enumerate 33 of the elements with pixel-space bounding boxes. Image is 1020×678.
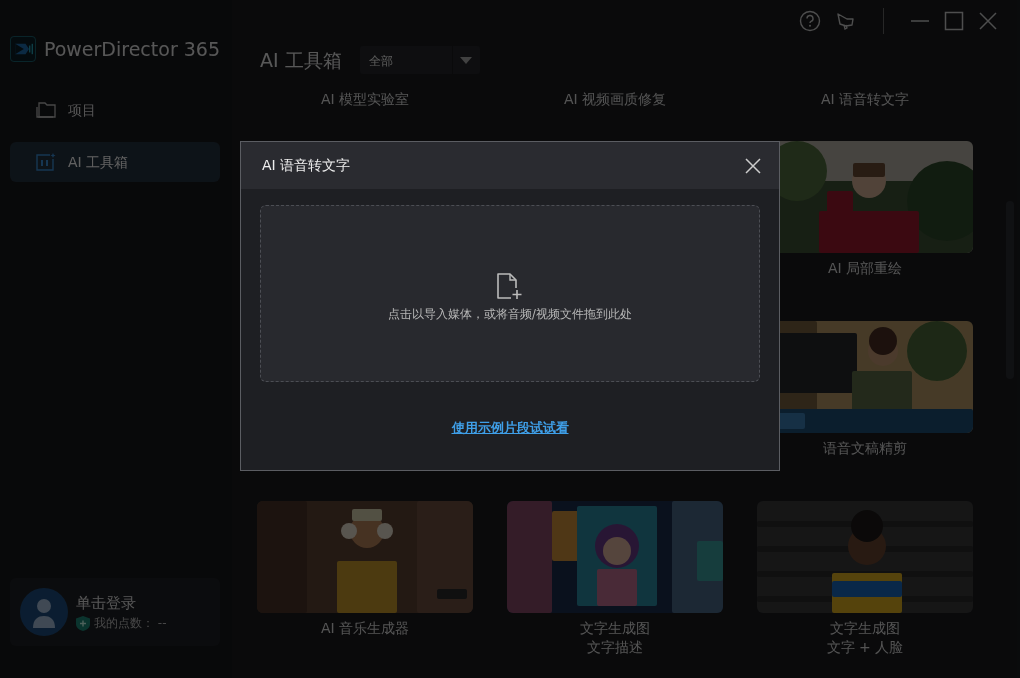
- sidebar-item[interactable]: 项目: [10, 90, 220, 130]
- dialog-title: AI 语音转文字: [262, 156, 351, 175]
- close-icon: [745, 157, 761, 174]
- login-link[interactable]: 单击登录: [76, 591, 167, 615]
- tool-title: AI 局部重绘: [827, 259, 903, 278]
- tool-title: 文字生成图: [830, 619, 900, 638]
- tool-title: AI 视频画质修复: [563, 90, 667, 109]
- caret-icon: [460, 56, 473, 64]
- drop-hint: 点击以导入媒体，或将音频/视频文件拖到此处: [388, 306, 632, 324]
- tool-title: 语音文稿精剪: [823, 439, 907, 458]
- drop-zone[interactable]: 点击以导入媒体，或将音频/视频文件拖到此处: [260, 205, 760, 382]
- sidebar-item[interactable]: AI 工具箱: [10, 142, 220, 182]
- tool-subtitle: 文字描述: [587, 638, 643, 657]
- maximize-icon[interactable]: [944, 11, 964, 31]
- tool-title: AI 音乐生成器: [320, 619, 410, 638]
- help-icon[interactable]: [799, 10, 821, 32]
- megaphone-icon[interactable]: [835, 10, 857, 32]
- tool-title: AI 模型实验室: [320, 90, 410, 109]
- tool-title: 文字生成图: [580, 619, 650, 638]
- filter-dropdown[interactable]: 全部: [359, 46, 480, 74]
- avatar-icon: [20, 588, 68, 636]
- page-title: AI 工具箱: [260, 47, 342, 73]
- shield-icon: [76, 615, 90, 631]
- add-file-icon: [497, 273, 523, 301]
- tool-title: AI 语音转文字: [820, 90, 910, 109]
- close-button[interactable]: [743, 155, 763, 176]
- sparkle-square-icon: [36, 153, 56, 171]
- folder-icon: [36, 102, 56, 118]
- app-logo-icon: [10, 34, 36, 64]
- sample-clip-link[interactable]: 使用示例片段试试看: [451, 418, 569, 438]
- app-name: PowerDirector 365: [43, 36, 220, 62]
- tool-subtitle: 文字 + 人脸: [826, 638, 904, 657]
- close-icon[interactable]: [978, 11, 998, 31]
